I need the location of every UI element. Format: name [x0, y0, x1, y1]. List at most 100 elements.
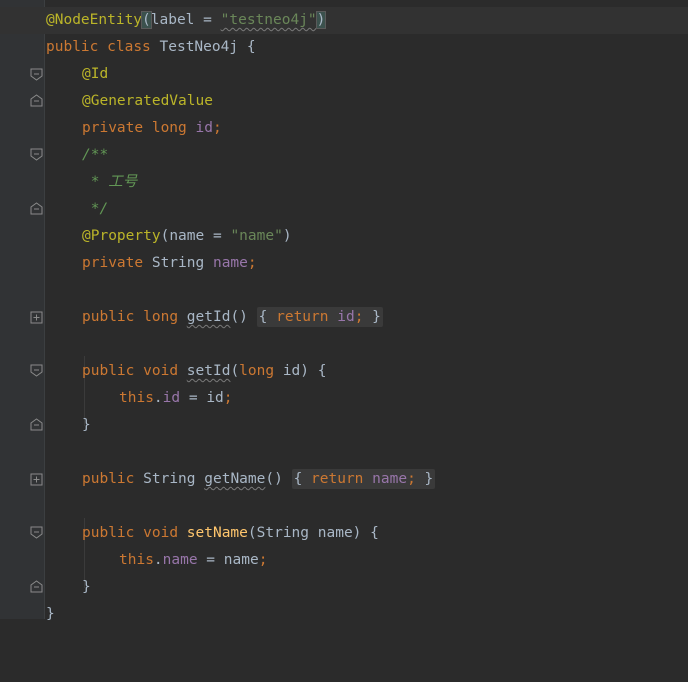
- code-line[interactable]: this.id = id;: [0, 385, 688, 412]
- keyword: void: [143, 363, 179, 379]
- collapsed-region[interactable]: { return name; }: [291, 469, 436, 489]
- brace: }: [424, 471, 434, 487]
- keyword: private: [82, 255, 144, 271]
- code-line[interactable]: private String name;: [0, 250, 688, 277]
- code-line[interactable]: public void setId(long id) {: [0, 358, 688, 385]
- semicolon: ;: [212, 120, 222, 136]
- field-name: name: [212, 255, 248, 271]
- keyword: this: [119, 552, 154, 568]
- semicolon: ;: [247, 255, 257, 271]
- matched-paren: (: [141, 11, 152, 29]
- operator: =: [194, 12, 221, 28]
- keyword: public: [82, 525, 135, 541]
- collapsed-region[interactable]: { return id; }: [256, 307, 383, 327]
- field-name: name: [372, 471, 408, 487]
- keyword: return: [276, 309, 329, 325]
- brace: {: [293, 471, 303, 487]
- fold-end-icon[interactable]: [30, 94, 43, 107]
- brace: }: [46, 606, 55, 622]
- annotation: @GeneratedValue: [82, 93, 213, 109]
- brace: {: [317, 363, 327, 379]
- code-line[interactable]: this.name = name;: [0, 547, 688, 574]
- code-line[interactable]: * 工号: [0, 169, 688, 196]
- brace: {: [258, 309, 268, 325]
- code-line[interactable]: }: [0, 601, 688, 628]
- paren: ): [282, 228, 292, 244]
- paren: (: [160, 228, 170, 244]
- keyword: public: [46, 39, 99, 55]
- code-line[interactable]: @NodeEntity(label = "testneo4j"): [0, 7, 688, 34]
- code-line[interactable]: @GeneratedValue: [0, 88, 688, 115]
- fold-open-icon[interactable]: [30, 68, 43, 81]
- paren: ): [352, 525, 362, 541]
- class-name: TestNeo4j: [159, 39, 239, 55]
- fold-open-icon[interactable]: [30, 364, 43, 377]
- code-line[interactable]: /**: [0, 142, 688, 169]
- operator: =: [204, 228, 231, 244]
- brace: {: [370, 525, 379, 541]
- fold-open-icon[interactable]: [30, 526, 43, 539]
- parens: (): [265, 471, 283, 487]
- code-line[interactable]: }: [0, 574, 688, 601]
- code-editor[interactable]: @NodeEntity(label = "testneo4j") public …: [0, 0, 688, 622]
- code-line[interactable]: @Id: [0, 61, 688, 88]
- code-line[interactable]: @Property(name = "name"): [0, 223, 688, 250]
- dot: .: [153, 390, 163, 406]
- semicolon: ;: [354, 309, 364, 325]
- fold-open-icon[interactable]: [30, 148, 43, 161]
- keyword: public: [82, 471, 135, 487]
- brace: }: [372, 309, 381, 325]
- string-literal: "name": [230, 228, 283, 244]
- keyword: void: [143, 525, 179, 541]
- annotation-param: label: [150, 12, 195, 28]
- doc-comment: */: [82, 201, 109, 217]
- keyword: private: [82, 120, 144, 136]
- method-name: setId: [186, 363, 231, 379]
- doc-comment: /**: [82, 147, 109, 163]
- fold-end-icon[interactable]: [30, 418, 43, 431]
- code-line[interactable]: public String getName() { return name; }: [0, 466, 688, 493]
- code-line[interactable]: private long id;: [0, 115, 688, 142]
- type-name: String: [151, 255, 205, 271]
- annotation: @Property: [82, 228, 161, 244]
- fold-end-icon[interactable]: [30, 202, 43, 215]
- code-line[interactable]: */: [0, 196, 688, 223]
- fold-plus-icon[interactable]: [30, 311, 43, 324]
- semicolon: ;: [223, 390, 233, 406]
- keyword: public: [82, 363, 135, 379]
- brace: }: [82, 417, 91, 433]
- parens: (): [230, 309, 248, 325]
- field-name: id: [162, 390, 181, 406]
- brace: }: [82, 579, 91, 595]
- paren: (: [247, 525, 257, 541]
- field-name: name: [162, 552, 198, 568]
- semicolon: ;: [258, 552, 268, 568]
- code-line[interactable]: public void setName(String name) {: [0, 520, 688, 547]
- annotation: @Id: [82, 66, 109, 82]
- fold-end-icon[interactable]: [30, 580, 43, 593]
- field-name: id: [195, 120, 213, 136]
- code-line[interactable]: }: [0, 412, 688, 439]
- field-name: id: [337, 309, 355, 325]
- keyword: public: [82, 309, 135, 325]
- method-name: setName: [186, 525, 248, 541]
- keyword: long: [151, 120, 187, 136]
- code-line[interactable]: public class TestNeo4j {: [0, 34, 688, 61]
- method-name: getId: [186, 309, 231, 325]
- annotation-param: name: [169, 228, 205, 244]
- keyword: long: [143, 309, 179, 325]
- fold-plus-icon[interactable]: [30, 473, 43, 486]
- operator: =: [180, 390, 207, 406]
- doc-comment: * 工号: [82, 174, 138, 190]
- param-name: id: [282, 363, 301, 379]
- brace: {: [246, 39, 256, 55]
- semicolon: ;: [407, 471, 416, 487]
- annotation: @NodeEntity: [46, 12, 143, 28]
- keyword: class: [107, 39, 151, 55]
- paren: (: [230, 363, 240, 379]
- dot: .: [153, 552, 163, 568]
- param-name: id: [206, 390, 224, 406]
- code-line[interactable]: public long getId() { return id; }: [0, 304, 688, 331]
- keyword: long: [239, 363, 275, 379]
- param-name: name: [317, 525, 353, 541]
